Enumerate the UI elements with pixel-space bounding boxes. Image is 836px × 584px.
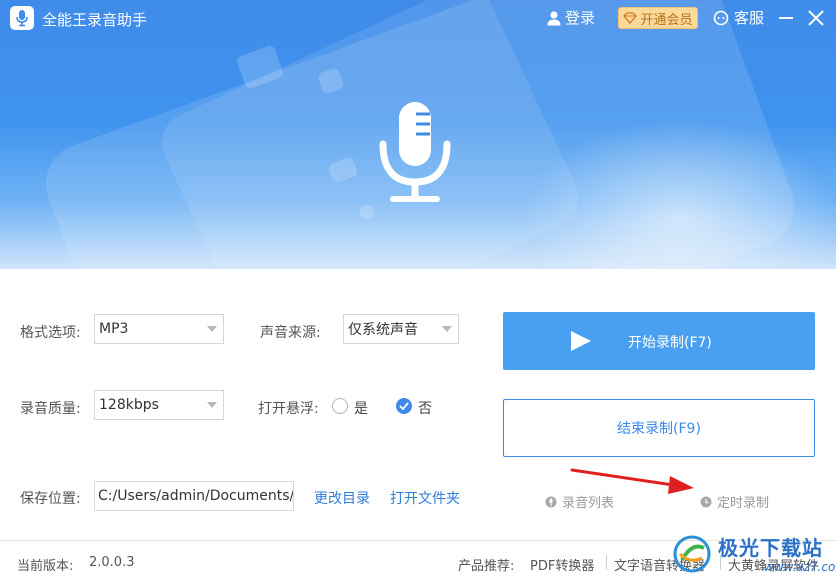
format-value: MP3 (99, 321, 129, 337)
play-icon (571, 331, 591, 351)
minimize-button[interactable] (776, 8, 796, 28)
start-recording-label: 开始录制(F7) (628, 335, 712, 351)
app-title: 全能王录音助手 (42, 11, 148, 29)
diamond-icon (623, 12, 638, 24)
chat-icon (713, 10, 729, 25)
login-button[interactable]: 登录 (546, 7, 595, 28)
annotation-arrow (570, 468, 694, 494)
watermark-text: 极光下载站 (718, 536, 823, 560)
scheduled-recording-label: 定时录制 (717, 496, 770, 511)
watermark-logo-icon (673, 535, 711, 573)
save-location-label: 保存位置: (20, 491, 81, 507)
close-button[interactable] (806, 8, 826, 28)
quality-value: 128kbps (99, 397, 159, 413)
footer-separator (606, 555, 607, 570)
recommend-label: 产品推荐: (458, 559, 515, 574)
login-label: 登录 (565, 9, 596, 27)
header-banner: 全能王录音助手 登录 开通会员 客服 (0, 0, 836, 269)
source-select[interactable]: 仅系统声音 (343, 314, 459, 344)
version-label: 当前版本: (17, 559, 74, 574)
chevron-down-icon (207, 326, 217, 332)
recommend-link-pdf[interactable]: PDF转换器 (530, 555, 594, 574)
title-bar: 全能王录音助手 登录 开通会员 客服 (0, 0, 836, 36)
microphone-small-icon (545, 496, 557, 507)
format-label: 格式选项: (20, 325, 81, 341)
app-logo-icon (10, 6, 34, 30)
scheduled-recording-link[interactable]: 定时录制 (700, 492, 769, 511)
stop-recording-button[interactable]: 结束录制(F9) (503, 399, 815, 457)
customer-service-button[interactable]: 客服 (713, 7, 764, 28)
user-icon (547, 10, 561, 25)
chevron-down-icon (442, 326, 452, 332)
float-label: 打开悬浮: (258, 401, 319, 417)
service-label: 客服 (734, 9, 765, 27)
watermark: 极光下载站 www.xz7.com (672, 530, 836, 578)
quality-select[interactable]: 128kbps (94, 390, 224, 420)
open-folder-link[interactable]: 打开文件夹 (390, 488, 460, 508)
stop-recording-label: 结束录制(F9) (617, 421, 701, 437)
app-window: 全能王录音助手 登录 开通会员 客服 格式选项: MP3 声音来源: 仅系统声音… (0, 0, 836, 584)
clock-icon (700, 496, 712, 507)
vip-button[interactable]: 开通会员 (618, 7, 698, 29)
float-no-radio[interactable] (396, 398, 412, 414)
check-icon (399, 402, 409, 410)
float-yes-radio[interactable] (332, 398, 348, 414)
format-select[interactable]: MP3 (94, 314, 224, 344)
version-value: 2.0.0.3 (89, 555, 135, 570)
float-yes-label: 是 (354, 401, 368, 417)
chevron-down-icon (207, 402, 217, 408)
close-icon (808, 10, 824, 26)
start-recording-button[interactable]: 开始录制(F7) (503, 312, 815, 370)
source-value: 仅系统声音 (348, 322, 418, 338)
save-path-input[interactable]: C:/Users/admin/Documents/3 (94, 481, 294, 511)
watermark-url: www.xz7.com (764, 560, 836, 574)
float-no-label: 否 (418, 401, 432, 417)
source-label: 声音来源: (260, 325, 321, 341)
minimize-icon (779, 17, 793, 19)
change-directory-link[interactable]: 更改目录 (314, 488, 370, 508)
quality-label: 录音质量: (20, 401, 81, 417)
vip-label: 开通会员 (640, 12, 693, 28)
microphone-icon (379, 102, 451, 202)
